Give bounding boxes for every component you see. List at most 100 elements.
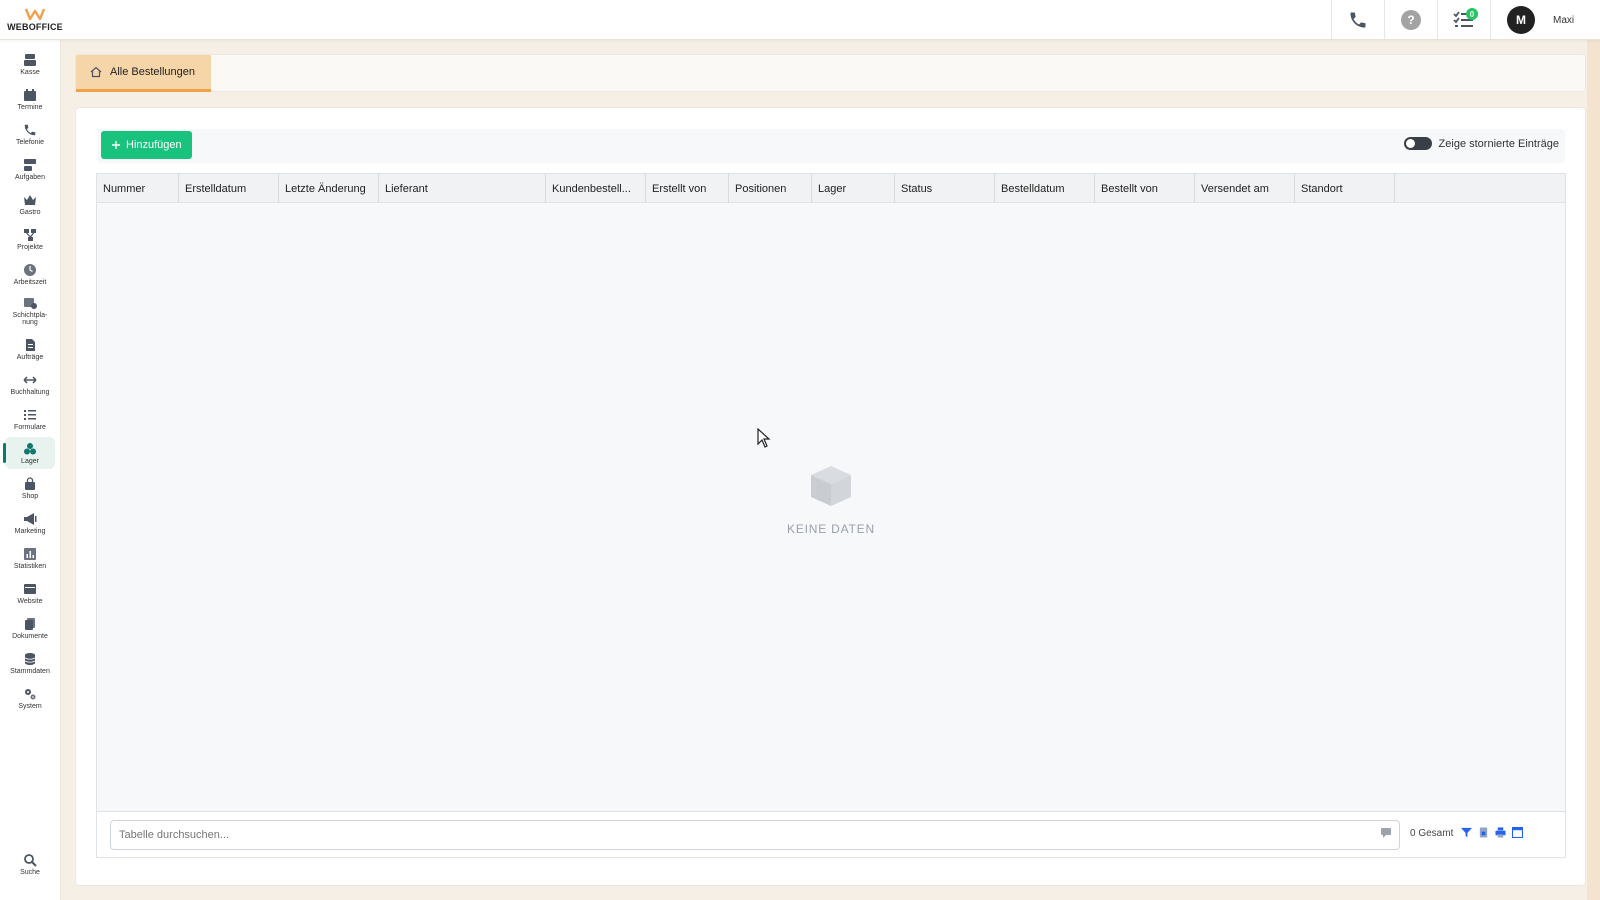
tasks-button[interactable]: 0 bbox=[1437, 0, 1490, 40]
sidebar-item-label: Projekte bbox=[17, 243, 43, 251]
show-cancelled-toggle[interactable] bbox=[1403, 137, 1432, 150]
sidebar-item-lager[interactable]: Lager bbox=[3, 437, 55, 469]
table-footer: 0 Gesamt bbox=[97, 811, 1565, 857]
sidebar-item-label: Shop bbox=[21, 492, 39, 500]
gears-icon bbox=[25, 688, 36, 699]
chat-icon bbox=[1381, 828, 1391, 838]
boxes-icon bbox=[24, 442, 36, 454]
phone-button[interactable] bbox=[1331, 0, 1384, 40]
column-header-erstelldatum[interactable]: Erstelldatum bbox=[179, 174, 279, 203]
sidebar-item-gastro[interactable]: Gastro bbox=[5, 188, 55, 220]
column-header-lager[interactable]: Lager bbox=[812, 174, 895, 203]
tasks-icon bbox=[24, 158, 36, 171]
sidebar-item-arbeitszeit[interactable]: Arbeitszeit bbox=[5, 258, 55, 290]
sidebar-item-dokumente[interactable]: Dokumente bbox=[5, 612, 55, 644]
sidebar-item-label: System bbox=[18, 702, 42, 710]
logo[interactable]: WEBOFFICE bbox=[0, 0, 70, 40]
box-icon bbox=[811, 466, 851, 506]
register-icon bbox=[24, 53, 36, 66]
sidebar-search-label: Suche bbox=[20, 868, 40, 876]
footer-actions bbox=[1461, 827, 1523, 838]
column-header-bestelldatum[interactable]: Bestelldatum bbox=[995, 174, 1095, 203]
sidebar-item-label: Telefonie bbox=[15, 138, 45, 146]
sidebar-item-aufgaben[interactable]: Aufgaben bbox=[5, 153, 55, 185]
sidebar-item-schichtplanung[interactable]: Schichtpla- nung bbox=[5, 292, 55, 330]
logo-mark-icon bbox=[24, 8, 46, 21]
add-button-label: Hinzufügen bbox=[126, 139, 182, 151]
avatar: M bbox=[1507, 6, 1535, 34]
sidebar-item-label: Schichtpla- nung bbox=[12, 312, 48, 326]
show-cancelled-toggle-group: Zeige stornierte Einträge bbox=[1403, 137, 1559, 150]
empty-state: KEINE DATEN bbox=[97, 464, 1565, 536]
column-header-bestellt-von[interactable]: Bestellt von bbox=[1095, 174, 1195, 203]
logo-text: WEBOFFICE bbox=[7, 22, 63, 32]
total-count: 0 Gesamt bbox=[1410, 828, 1454, 839]
add-button[interactable]: Hinzufügen bbox=[101, 131, 192, 159]
column-header-nummer[interactable]: Nummer bbox=[97, 174, 179, 203]
sidebar-item-label: Dokumente bbox=[12, 632, 48, 640]
export-icon[interactable] bbox=[1478, 827, 1489, 838]
shopping-bag-icon bbox=[25, 476, 35, 490]
sidebar-item-label: Aufgaben bbox=[15, 173, 45, 181]
sidebar-item-label: Statistiken bbox=[13, 562, 47, 570]
sidebar-item-marketing[interactable]: Marketing bbox=[5, 507, 55, 539]
main-panel: Hinzufügen Zeige stornierte Einträge Num… bbox=[75, 107, 1586, 886]
columns-icon[interactable] bbox=[1512, 827, 1523, 838]
sidebar-item-shop[interactable]: Shop bbox=[5, 472, 55, 504]
sidebar-item-system[interactable]: System bbox=[5, 682, 55, 714]
help-button[interactable]: ? bbox=[1384, 0, 1437, 40]
sidebar-item-telefonie[interactable]: Telefonie bbox=[5, 118, 55, 150]
sidebar-item-label: Lager bbox=[21, 457, 39, 465]
column-header-versendet-am[interactable]: Versendet am bbox=[1195, 174, 1295, 203]
column-header-letzte-aenderung[interactable]: Letzte Änderung bbox=[279, 174, 379, 203]
toolbar: Hinzufügen Zeige stornierte Einträge bbox=[98, 129, 1565, 163]
tabs-bar: Alle Bestellungen bbox=[75, 54, 1586, 92]
chart-icon bbox=[24, 547, 36, 560]
sidebar-item-formulare[interactable]: Formulare bbox=[5, 403, 55, 435]
mouse-cursor-icon bbox=[757, 428, 771, 448]
sidebar-item-website[interactable]: Website bbox=[5, 577, 55, 609]
sidebar-item-label: Aufträge bbox=[16, 353, 44, 361]
print-icon[interactable] bbox=[1495, 827, 1506, 838]
help-icon: ? bbox=[1401, 10, 1421, 30]
tasks-badge: 0 bbox=[1466, 8, 1478, 20]
column-header-positionen[interactable]: Positionen bbox=[729, 174, 812, 203]
database-icon bbox=[24, 652, 36, 665]
tab-alle-bestellungen[interactable]: Alle Bestellungen bbox=[76, 55, 211, 92]
column-header-status[interactable]: Status bbox=[895, 174, 995, 203]
sidebar-item-kasse[interactable]: Kasse bbox=[5, 48, 55, 80]
filter-icon[interactable] bbox=[1461, 827, 1472, 838]
table-search-input[interactable] bbox=[110, 820, 1400, 850]
column-header-standort[interactable]: Standort bbox=[1295, 174, 1395, 203]
sidebar-item-auftraege[interactable]: Aufträge bbox=[5, 333, 55, 365]
user-menu[interactable]: M Maxi bbox=[1490, 0, 1600, 40]
show-cancelled-label: Zeige stornierte Einträge bbox=[1438, 137, 1559, 150]
sidebar-item-stammdaten[interactable]: Stammdaten bbox=[5, 647, 55, 679]
tab-label: Alle Bestellungen bbox=[110, 66, 196, 78]
projects-icon bbox=[24, 228, 36, 241]
sidebar-item-projekte[interactable]: Projekte bbox=[5, 223, 55, 255]
column-header-erstellt-von[interactable]: Erstellt von bbox=[646, 174, 729, 203]
document-icon bbox=[26, 338, 35, 351]
sidebar-item-buchhaltung[interactable]: Buchhaltung bbox=[5, 368, 55, 400]
sidebar-item-label: Buchhaltung bbox=[10, 388, 50, 396]
sidebar: Kasse Termine Telefonie Aufgaben Gastro … bbox=[0, 40, 61, 900]
column-header-lieferant[interactable]: Lieferant bbox=[379, 174, 546, 203]
sidebar-item-statistiken[interactable]: Statistiken bbox=[5, 542, 55, 574]
search-icon bbox=[24, 853, 37, 867]
calendar-icon bbox=[24, 88, 36, 101]
username: Maxi bbox=[1553, 14, 1575, 26]
sidebar-item-label: Gastro bbox=[19, 208, 41, 216]
sidebar-search[interactable]: Suche bbox=[5, 848, 55, 880]
table-header: Nummer Erstelldatum Letzte Änderung Lief… bbox=[97, 174, 1565, 203]
right-edge-decoration bbox=[1587, 40, 1600, 900]
empty-state-label: KEINE DATEN bbox=[787, 522, 875, 536]
sidebar-item-label: Arbeitszeit bbox=[13, 278, 47, 286]
sidebar-item-label: Formulare bbox=[14, 423, 46, 431]
home-icon bbox=[90, 66, 102, 78]
column-header-kundenbestellung[interactable]: Kundenbestell... bbox=[546, 174, 646, 203]
sidebar-item-termine[interactable]: Termine bbox=[5, 83, 55, 115]
shift-calendar-icon bbox=[24, 298, 37, 309]
sidebar-item-label: Termine bbox=[17, 103, 43, 111]
phone-icon bbox=[1350, 12, 1366, 28]
